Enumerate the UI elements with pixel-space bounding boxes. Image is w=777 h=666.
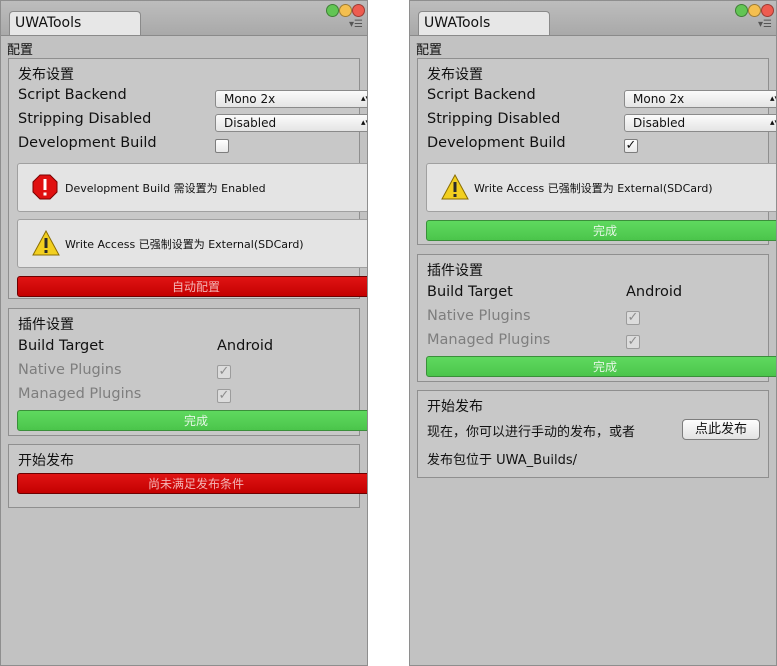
left-inspector-window: UWATools ▾☰ 配置 发布设置 Script Backend Mono … — [0, 0, 368, 666]
build-target-value: Android — [626, 284, 683, 300]
plugin-settings-title: 插件设置 — [427, 263, 483, 279]
warning-help-text: Write Access 已强制设置为 External(SDCard) — [474, 182, 713, 195]
right-inspector-window: UWATools ▾☰ 配置 发布设置 Script Backend Mono … — [409, 0, 777, 666]
script-backend-value: Mono 2x — [224, 92, 276, 106]
managed-plugins-label: Managed Plugins — [427, 332, 551, 348]
publish-now-button[interactable]: 点此发布 — [682, 419, 760, 440]
close-icon[interactable] — [352, 4, 365, 17]
stripping-value: Disabled — [633, 116, 686, 130]
minimize-icon[interactable] — [339, 4, 352, 17]
plugin-settings-section: 插件设置 Build Target Android Native Plugins… — [8, 308, 367, 436]
plugin-done-button[interactable]: 完成 — [17, 410, 367, 431]
window-titlebar: UWATools ▾☰ — [410, 1, 776, 36]
manual-publish-text: 现在，你可以进行手动的发布，或者 — [427, 425, 636, 440]
stripping-label: Stripping Disabled — [427, 111, 561, 127]
window-titlebar: UWATools ▾☰ — [1, 1, 367, 36]
start-publish-section: 开始发布 尚未满足发布条件 — [8, 444, 367, 508]
maximize-icon[interactable] — [326, 4, 339, 17]
warning-help-box: Write Access 已强制设置为 External(SDCard) — [17, 219, 367, 268]
stripping-dropdown[interactable]: Disabled ▴▾ — [624, 114, 776, 132]
plugin-settings-title: 插件设置 — [18, 317, 74, 333]
config-label: 配置 — [7, 43, 34, 58]
script-backend-dropdown[interactable]: Mono 2x ▴▾ — [624, 90, 776, 108]
close-icon[interactable] — [761, 4, 774, 17]
plugin-done-button[interactable]: 完成 — [426, 356, 776, 377]
script-backend-label: Script Backend — [427, 87, 536, 103]
build-target-label: Build Target — [18, 338, 104, 354]
plugin-settings-section: 插件设置 Build Target Android Native Plugins… — [417, 254, 776, 382]
development-build-label: Development Build — [18, 135, 157, 151]
stripping-value: Disabled — [224, 116, 277, 130]
dropdown-arrow-icon: ▴▾ — [769, 94, 776, 104]
managed-plugins-label: Managed Plugins — [18, 386, 142, 402]
warning-help-box: Write Access 已强制设置为 External(SDCard) — [426, 163, 776, 212]
auto-config-button[interactable]: 自动配置 — [17, 276, 367, 297]
stripping-label: Stripping Disabled — [18, 111, 152, 127]
managed-plugins-checkbox: ✓ — [217, 388, 231, 403]
script-backend-dropdown[interactable]: Mono 2x ▴▾ — [215, 90, 367, 108]
publish-settings-title: 发布设置 — [427, 67, 483, 83]
start-publish-title: 开始发布 — [18, 453, 74, 469]
script-backend-label: Script Backend — [18, 87, 127, 103]
publish-done-button[interactable]: 完成 — [426, 220, 776, 241]
error-help-box: Development Build 需设置为 Enabled — [17, 163, 367, 212]
warning-triangle-icon — [32, 230, 60, 256]
window-tab-title: UWATools — [424, 15, 491, 31]
script-backend-value: Mono 2x — [633, 92, 685, 106]
publish-settings-title: 发布设置 — [18, 67, 74, 83]
dropdown-arrow-icon: ▴▾ — [360, 94, 367, 104]
native-plugins-checkbox: ✓ — [217, 364, 231, 379]
development-build-checkbox[interactable] — [215, 139, 229, 153]
dropdown-arrow-icon: ▴▾ — [769, 118, 776, 128]
build-target-value: Android — [217, 338, 274, 354]
development-build-checkbox[interactable]: ✓ — [624, 139, 638, 153]
window-controls — [326, 4, 365, 17]
window-menu-icon[interactable]: ▾☰ — [349, 20, 363, 30]
stripping-dropdown[interactable]: Disabled ▴▾ — [215, 114, 367, 132]
window-menu-icon[interactable]: ▾☰ — [758, 20, 772, 30]
start-publish-title: 开始发布 — [427, 399, 483, 415]
maximize-icon[interactable] — [735, 4, 748, 17]
window-controls — [735, 4, 774, 17]
native-plugins-label: Native Plugins — [427, 308, 531, 324]
build-output-text: 发布包位于 UWA_Builds/ — [427, 453, 577, 468]
error-octagon-icon — [32, 174, 58, 200]
managed-plugins-checkbox: ✓ — [626, 334, 640, 349]
publish-settings-section: 发布设置 Script Backend Mono 2x ▴▾ Stripping… — [417, 58, 776, 245]
minimize-icon[interactable] — [748, 4, 761, 17]
warning-help-text: Write Access 已强制设置为 External(SDCard) — [65, 238, 304, 251]
build-target-label: Build Target — [427, 284, 513, 300]
dropdown-arrow-icon: ▴▾ — [360, 118, 367, 128]
warning-triangle-icon — [441, 174, 469, 200]
window-tab[interactable]: UWATools — [418, 11, 550, 35]
config-label: 配置 — [416, 43, 443, 58]
error-help-text: Development Build 需设置为 Enabled — [65, 182, 266, 195]
development-build-label: Development Build — [427, 135, 566, 151]
native-plugins-checkbox: ✓ — [626, 310, 640, 325]
start-publish-section: 开始发布 现在，你可以进行手动的发布，或者 点此发布 发布包位于 UWA_Bui… — [417, 390, 769, 478]
publish-settings-section: 发布设置 Script Backend Mono 2x ▴▾ Stripping… — [8, 58, 367, 299]
native-plugins-label: Native Plugins — [18, 362, 122, 378]
window-tab-title: UWATools — [15, 15, 82, 31]
publish-blocked-button[interactable]: 尚未满足发布条件 — [17, 473, 367, 494]
window-tab[interactable]: UWATools — [9, 11, 141, 35]
